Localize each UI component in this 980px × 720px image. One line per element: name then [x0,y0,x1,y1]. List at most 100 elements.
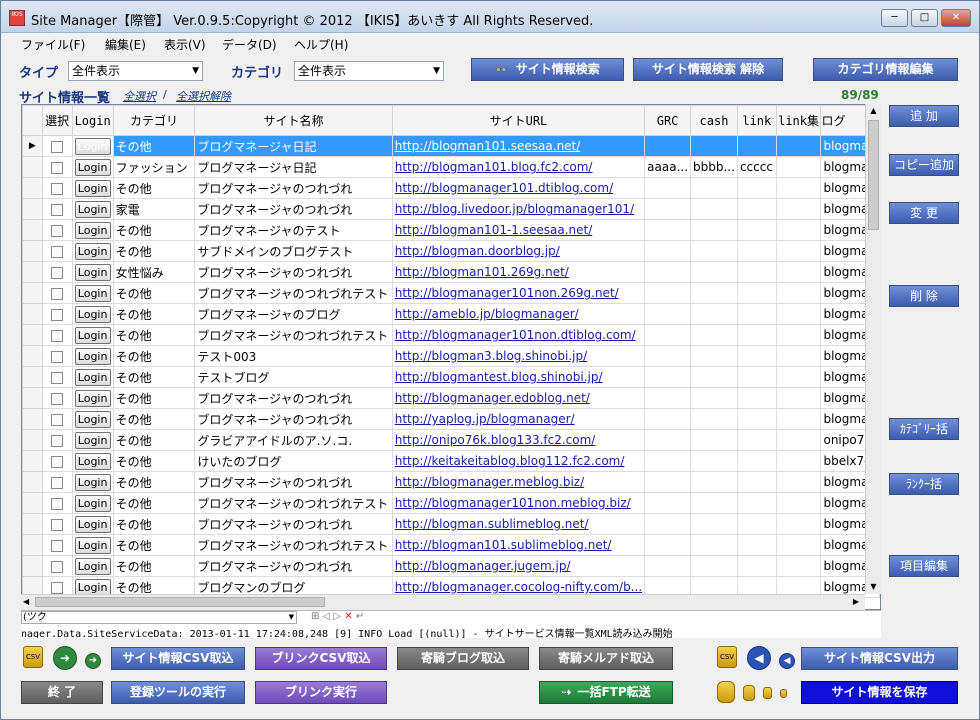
col-header-site-url[interactable]: サイトURL [391,105,646,136]
select-checkbox[interactable] [51,350,64,363]
table-row[interactable]: Login その他 テスト003 http://blogman3.blog.shino… [22,345,880,367]
select-checkbox[interactable] [51,287,64,300]
table-row[interactable]: Login その他 ブログマネージャのテスト http://blogman101-1.… [22,219,880,241]
login-button[interactable]: Login [74,578,111,596]
table-row[interactable]: Login 家電 ブログマネージャのつれづれ http://blog.livedoor… [22,198,880,220]
menu-edit[interactable]: 編集(E) [101,35,150,54]
select-checkbox-cell[interactable] [41,429,73,451]
blink-csv-import-button[interactable]: ブリンクCSV取込 [255,647,387,670]
table-row[interactable]: Login 女性悩み ブログマネージャのつれづれ http://blogman101.… [22,261,880,283]
maximize-button[interactable]: □ [911,9,938,27]
vertical-scrollbar[interactable]: ▲ ▼ [865,104,881,594]
site-url-link[interactable]: http://blogmanager101.dtiblog.com/ [395,181,613,195]
login-button[interactable]: Login [74,305,111,323]
site-url-link[interactable]: http://yaplog.jp/blogmanager/ [395,412,575,426]
col-header-login[interactable]: Login [71,105,114,136]
site-url-link[interactable]: http://blogmanager101non.269g.net/ [395,286,619,300]
select-checkbox-cell[interactable] [41,366,73,388]
login-button[interactable]: Login [74,221,111,239]
category-edit-button[interactable]: カテゴリ情報編集 [813,58,958,81]
menu-file[interactable]: ファイル(F) [17,35,89,54]
select-checkbox[interactable] [51,203,64,216]
select-checkbox[interactable] [51,581,64,594]
site-url-link[interactable]: http://blogmanager101non.meblog.biz/ [395,496,631,510]
csv-export-icon[interactable]: CSV [717,646,737,668]
select-checkbox[interactable] [51,455,64,468]
table-row[interactable]: Login その他 けいたのブログ http://keitakeitablog.blo… [22,450,880,472]
table-row[interactable]: Login その他 サブドメインのブログテスト http://blogman.door… [22,240,880,262]
scroll-left-icon[interactable]: ◀ [23,597,31,606]
table-row[interactable]: Login その他 ブログマネージャのつれづれテスト http://blogman10… [22,534,880,556]
row-header[interactable] [22,408,43,430]
scroll-up-icon[interactable]: ▲ [866,104,881,118]
delete-icon[interactable]: ✕ [344,611,352,622]
menu-view[interactable]: 表示(V) [160,35,210,54]
select-checkbox-cell[interactable] [41,156,73,178]
row-header[interactable] [22,177,43,199]
site-csv-import-button[interactable]: サイト情報CSV取込 [111,647,245,670]
select-checkbox-cell[interactable] [41,261,73,283]
table-row[interactable]: Login その他 ブログマネージャのつれづれテスト http://blogmanag… [22,492,880,514]
select-checkbox-cell[interactable] [41,513,73,535]
select-checkbox[interactable] [51,371,64,384]
hscroll-thumb[interactable] [35,597,325,607]
select-checkbox-cell[interactable] [41,492,73,514]
table-row[interactable]: Login その他 ブログマネージャのつれづれ http://yaplog.jp/bl… [22,408,880,430]
login-button[interactable]: Login [74,431,111,449]
select-checkbox[interactable] [51,329,64,342]
site-url-link[interactable]: http://blogmanager.meblog.biz/ [395,475,584,489]
select-checkbox[interactable] [51,476,64,489]
kiyo-blog-import-button[interactable]: 寄騎ブログ取込 [397,647,529,670]
col-header-site-name[interactable]: サイト名称 [194,105,393,136]
site-url-link[interactable]: http://blogman101.sublimeblog.net/ [395,538,612,552]
row-header[interactable] [22,429,43,451]
select-checkbox[interactable] [51,518,64,531]
table-row[interactable]: Login その他 テストブログ http://blogmantest.blog.sh… [22,366,880,388]
select-checkbox[interactable] [51,308,64,321]
site-url-link[interactable]: http://blogman3.blog.shinobi.jp/ [395,349,587,363]
login-button[interactable]: Login [74,242,111,260]
login-button[interactable]: Login [74,284,111,302]
row-header[interactable] [22,387,43,409]
login-button[interactable]: Login [74,494,111,512]
row-header[interactable]: ▶ [22,135,43,157]
menu-help[interactable]: ヘルプ(H) [290,35,352,54]
table-row[interactable]: Login その他 ブログマネージャのつれづれ http://blogmanager1… [22,177,880,199]
login-button[interactable]: Login [74,368,111,386]
select-all-link[interactable]: 全選択 [123,88,156,104]
select-checkbox-cell[interactable] [41,240,73,262]
select-checkbox-cell[interactable] [41,555,73,577]
login-button[interactable]: Login [74,452,111,470]
select-checkbox[interactable] [51,560,64,573]
site-url-link[interactable]: http://blogmantest.blog.shinobi.jp/ [395,370,603,384]
col-header-linkset[interactable]: link集 [775,105,822,136]
table-row[interactable]: Login ファッション ブログマネージャ日記 http://blogman101.b… [22,156,880,178]
login-button[interactable]: Login [74,347,111,365]
select-checkbox[interactable] [51,140,64,153]
scroll-down-icon[interactable]: ▼ [866,580,881,594]
row-header[interactable] [22,450,43,472]
menu-data[interactable]: データ(D) [218,35,281,54]
row-header[interactable] [22,366,43,388]
select-checkbox-cell[interactable] [41,282,73,304]
category-select[interactable]: 全件表示 ▼ [294,61,444,81]
table-row[interactable]: Login その他 ブログマネージャのつれづれテスト http://blogmanag… [22,282,880,304]
table-row[interactable]: ▶ Login その他 ブログマネージャ日記 http://blogman101.see… [22,135,880,157]
row-header[interactable] [22,345,43,367]
site-url-link[interactable]: http://ameblo.jp/blogmanager/ [395,307,579,321]
row-header[interactable] [22,198,43,220]
select-checkbox[interactable] [51,182,64,195]
add-button[interactable]: 追 加 [889,105,959,127]
login-button[interactable]: Login [74,557,111,575]
log-combo[interactable]: (ツク ▼ [21,611,297,624]
select-checkbox-cell[interactable] [41,471,73,493]
select-checkbox[interactable] [51,224,64,237]
col-header-select[interactable]: 選択 [41,105,73,136]
site-url-link[interactable]: http://blogmanager.jugem.jp/ [395,559,571,573]
select-checkbox-cell[interactable] [41,177,73,199]
table-row[interactable]: Login その他 ブログマネージャのつれづれテスト http://blogmanag… [22,324,880,346]
site-url-link[interactable]: http://blogman101.seesaa.net/ [395,139,581,153]
row-header[interactable] [22,282,43,304]
select-checkbox-cell[interactable] [41,345,73,367]
rank-bulk-button[interactable]: ﾗﾝｸｰ括 [889,473,959,495]
